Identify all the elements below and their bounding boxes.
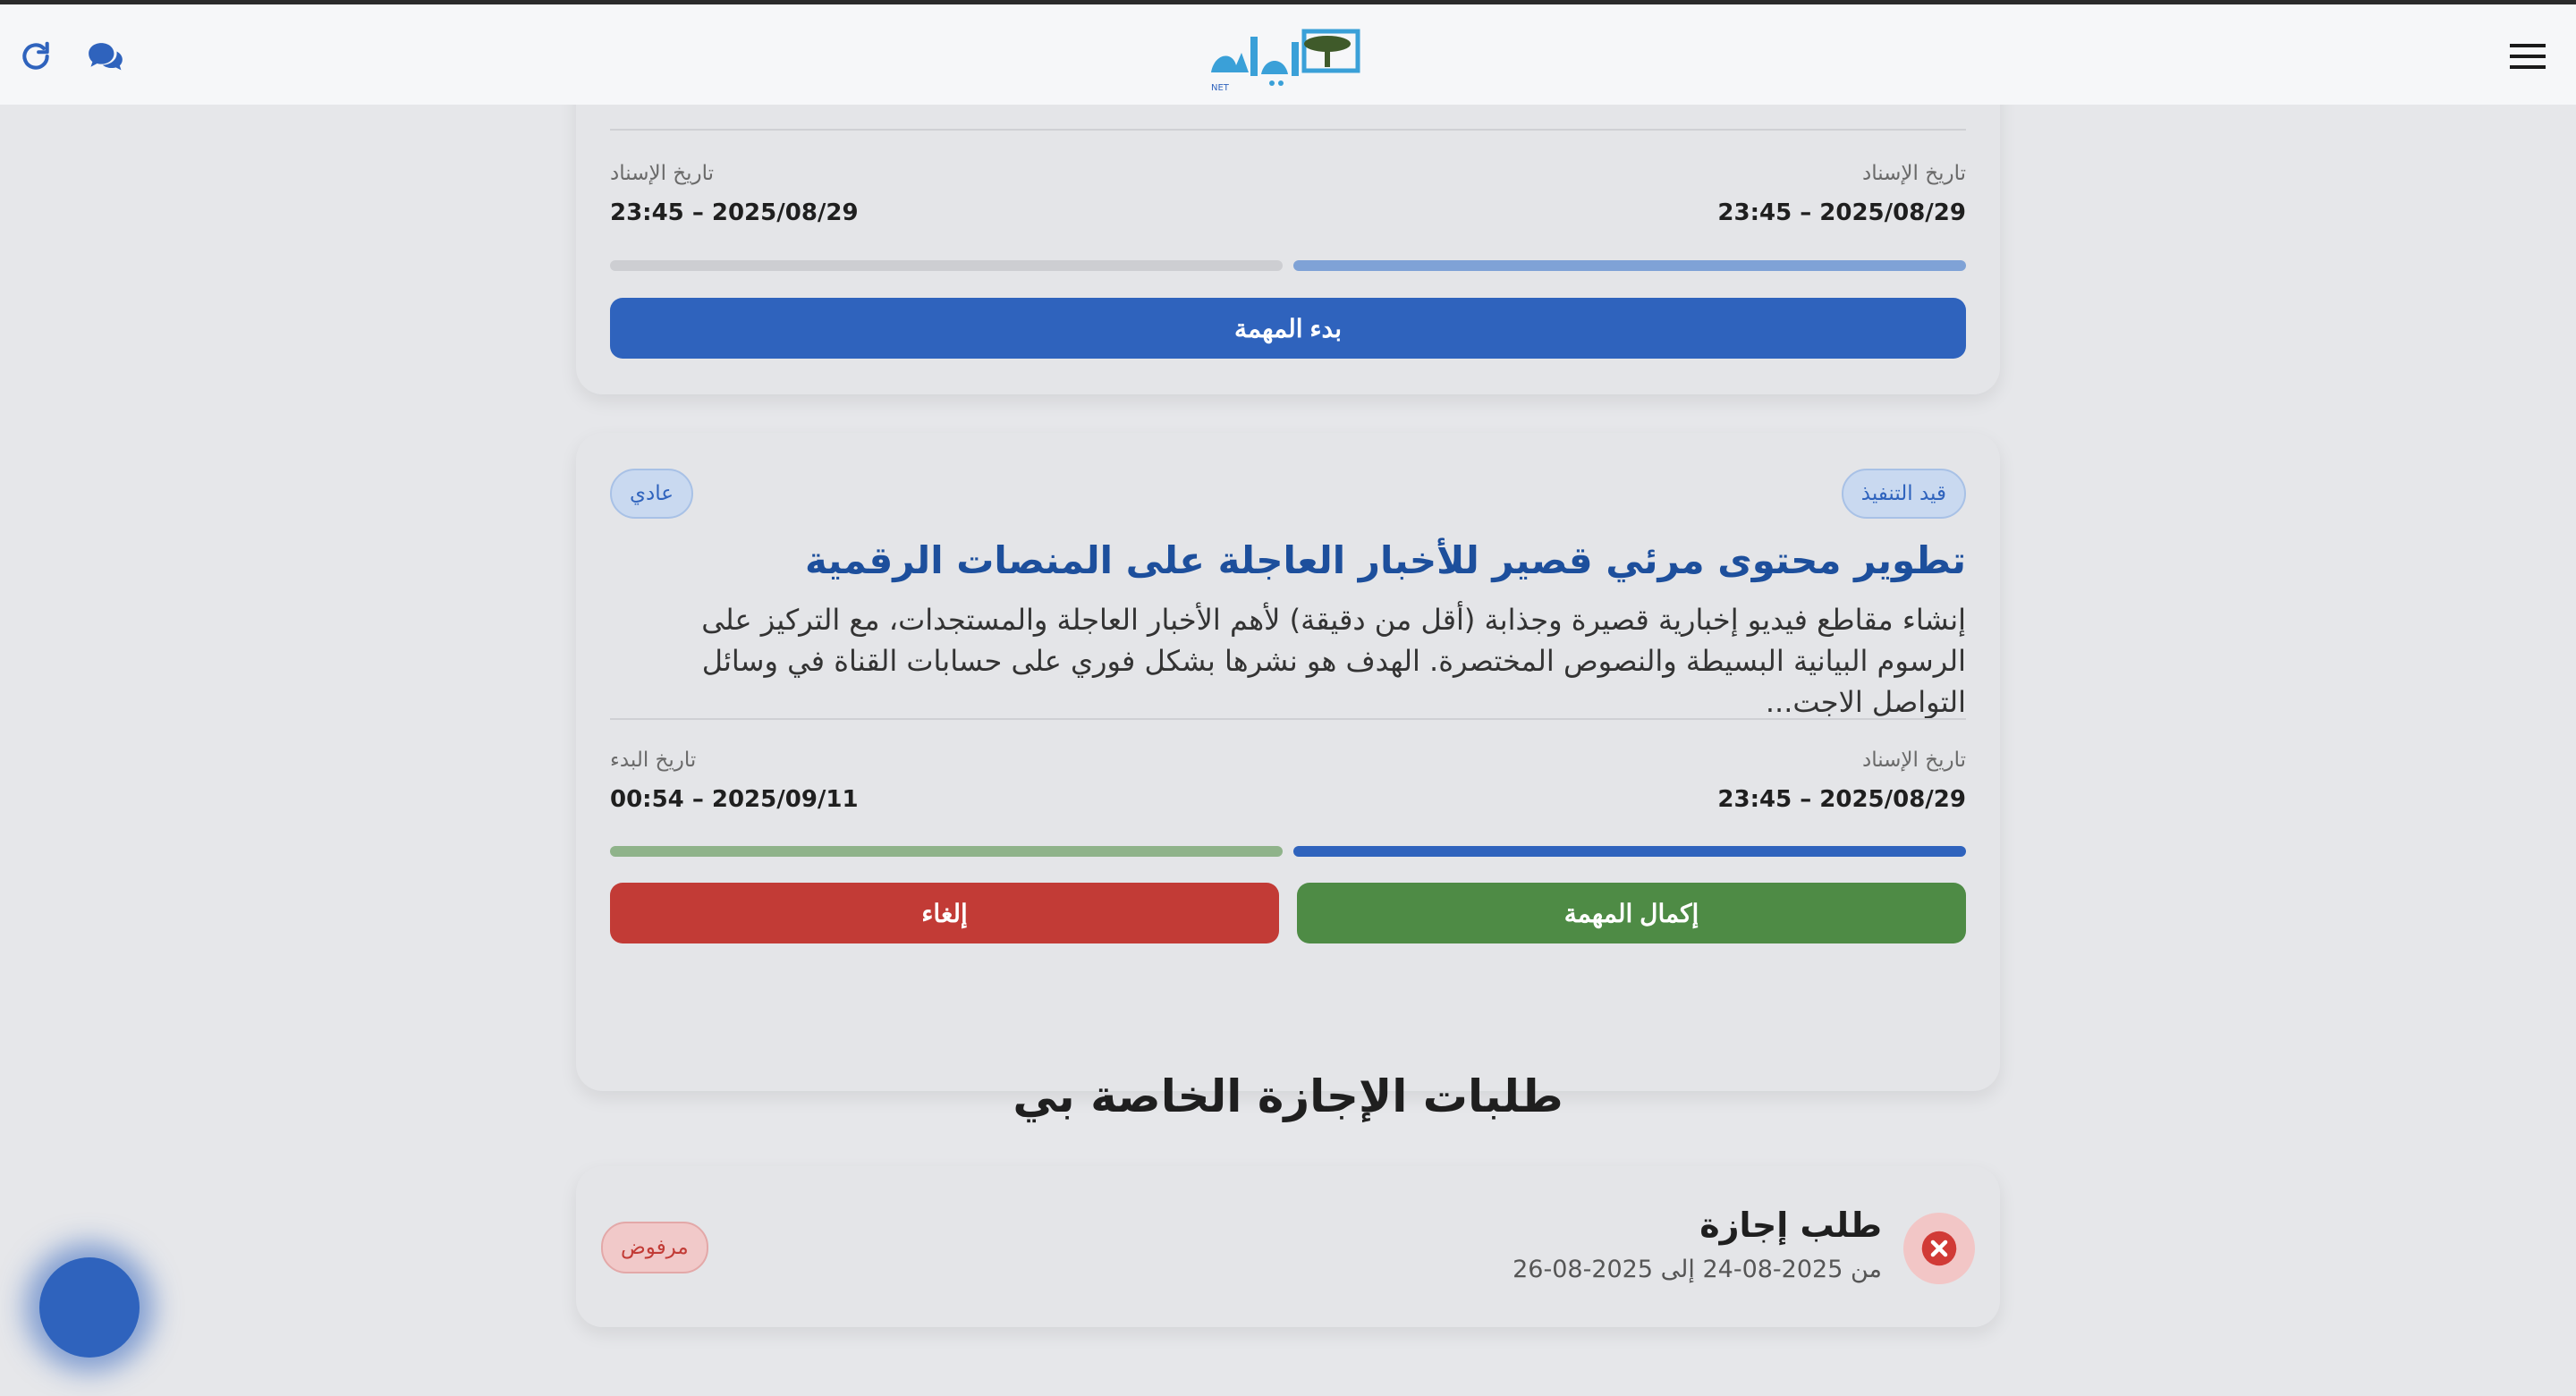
second-date-label: تاريخ الإسناد: [610, 162, 715, 185]
card-divider: [610, 129, 1966, 131]
floating-action-button[interactable]: [39, 1257, 140, 1358]
assigned-date-value: 23:45 – 2025/08/29: [1717, 786, 1966, 813]
progress-bar-assigned: [1293, 260, 1966, 271]
menu-button[interactable]: [2508, 37, 2547, 76]
card-divider: [610, 718, 1966, 720]
task-card: تاريخ الإسناد 23:45 – 2025/08/29 تاريخ ا…: [576, 105, 2000, 394]
leave-status-badge: مرفوض: [601, 1222, 708, 1273]
refresh-button[interactable]: [16, 37, 55, 76]
progress-bar-start: [610, 260, 1283, 271]
chat-button[interactable]: [86, 37, 125, 76]
refresh-icon: [22, 41, 49, 70]
page-content: تاريخ الإسناد 23:45 – 2025/08/29 تاريخ ا…: [0, 105, 2576, 1396]
assigned-date-value: 23:45 – 2025/08/29: [1717, 199, 1966, 226]
assigned-date-label: تاريخ الإسناد: [1861, 162, 1966, 185]
priority-badge: عادي: [610, 469, 693, 519]
close-circle-icon: [1921, 1231, 1957, 1266]
task-description: إنشاء مقاطع فيديو إخبارية قصيرة وجذابة (…: [701, 603, 1966, 719]
complete-task-button[interactable]: إكمال المهمة: [1297, 883, 1966, 943]
start-date-value: 00:54 – 2025/09/11: [610, 786, 859, 813]
leave-request-dates: من 2025-08-24 إلى 2025-08-26: [1513, 1256, 1882, 1283]
rejected-status-circle: [1903, 1213, 1975, 1284]
svg-text:NET: NET: [1211, 83, 1230, 93]
status-badge: قيد التنفيذ: [1841, 469, 1966, 519]
cancel-task-button[interactable]: إلغاء: [610, 883, 1279, 943]
chat-icon: [89, 43, 123, 71]
menu-icon: [2510, 44, 2546, 69]
leave-section-title: طلبات الإجازة الخاصة بي: [1013, 1070, 1563, 1122]
progress-bar-assigned: [1293, 846, 1966, 857]
progress-bar-start: [610, 846, 1283, 857]
leave-request-title: طلب إجازة: [1699, 1206, 1882, 1245]
leave-request-card[interactable]: طلب إجازة من 2025-08-24 إلى 2025-08-26 م…: [576, 1166, 2000, 1327]
task-card: قيد التنفيذ عادي تطوير محتوى مرئي قصير ل…: [576, 433, 2000, 1091]
start-task-button[interactable]: بدء المهمة: [610, 298, 1966, 359]
assigned-date-label: تاريخ الإسناد: [1861, 749, 1966, 772]
second-date-value: 23:45 – 2025/08/29: [610, 199, 859, 226]
start-date-label: تاريخ البدء: [610, 749, 697, 772]
task-title: تطوير محتوى مرئي قصير للأخبار العاجلة عل…: [805, 538, 1966, 582]
app-logo: NET: [1211, 29, 1360, 93]
app-header: NET: [0, 4, 2576, 105]
